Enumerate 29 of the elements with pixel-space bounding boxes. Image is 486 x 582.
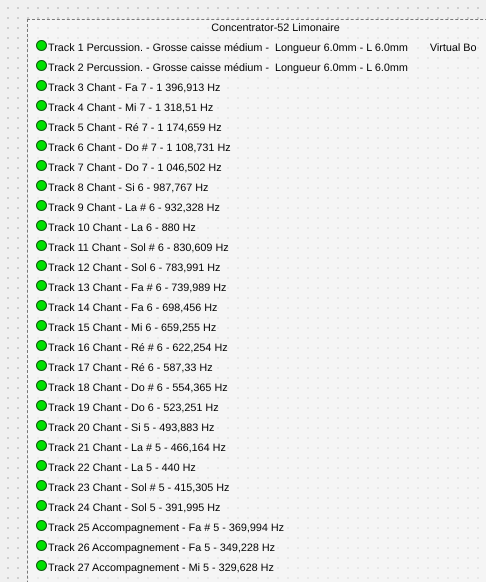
- panel-title: Concentrator-52 Limonaire: [210, 21, 341, 36]
- track-label: Track 9 Chant - La # 6 - 932,328 Hz: [48, 201, 220, 215]
- track-label: Track 23 Chant - Sol # 5 - 415,305 Hz: [48, 481, 230, 495]
- track-label: Track 2 Percussion. - Grosse caisse médium - Longueur 6.0mm - L 6.0mm: [48, 61, 408, 75]
- track-label: Track 5 Chant - Ré 7 - 1 174,659 Hz: [48, 121, 222, 135]
- track-label: Track 20 Chant - Si 5 - 493,883 Hz: [48, 421, 214, 435]
- track-label: Track 10 Chant - La 6 - 880 Hz: [48, 221, 196, 235]
- track-label: Track 8 Chant - Si 6 - 987,767 Hz: [48, 181, 208, 195]
- track-label: Track 6 Chant - Do # 7 - 1 108,731 Hz: [48, 141, 231, 155]
- track-label: Track 22 Chant - La 5 - 440 Hz: [48, 461, 196, 475]
- track-label: Track 14 Chant - Fa 6 - 698,456 Hz: [48, 301, 218, 315]
- track-label: Track 26 Accompagnement - Fa 5 - 349,228 Hz: [48, 541, 276, 555]
- track-label: Track 18 Chant - Do # 6 - 554,365 Hz: [48, 381, 228, 395]
- track-label: Track 25 Accompagnement - Fa # 5 - 369,994 Hz: [48, 521, 284, 535]
- track-label: Track 3 Chant - Fa 7 - 1 396,913 Hz: [48, 81, 220, 95]
- track-label: Track 19 Chant - Do 6 - 523,251 Hz: [48, 401, 219, 415]
- track-label: Track 17 Chant - Ré 6 - 587,33 Hz: [48, 361, 213, 375]
- track-label: Track 7 Chant - Do 7 - 1 046,502 Hz: [48, 161, 222, 175]
- track-label: Track 11 Chant - Sol # 6 - 830,609 Hz: [48, 241, 229, 255]
- track-label: Track 24 Chant - Sol 5 - 391,995 Hz: [48, 501, 220, 515]
- track-label: Track 27 Accompagnement - Mi 5 - 329,628 Hz: [48, 561, 274, 575]
- track-label: Track 1 Percussion. - Grosse caisse médium - Longueur 6.0mm - L 6.0mm: [48, 41, 408, 55]
- track-label: Track 16 Chant - Ré # 6 - 622,254 Hz: [48, 341, 228, 355]
- track-label: Track 4 Chant - Mi 7 - 1 318,51 Hz: [48, 101, 214, 115]
- track-label: Track 12 Chant - Sol 6 - 783,991 Hz: [48, 261, 220, 275]
- side-label: Virtual Bo: [430, 41, 476, 55]
- track-label: Track 15 Chant - Mi 6 - 659,255 Hz: [48, 321, 216, 335]
- track-label: Track 13 Chant - Fa # 6 - 739,989 Hz: [48, 281, 226, 295]
- track-label: Track 21 Chant - La # 5 - 466,164 Hz: [48, 441, 226, 455]
